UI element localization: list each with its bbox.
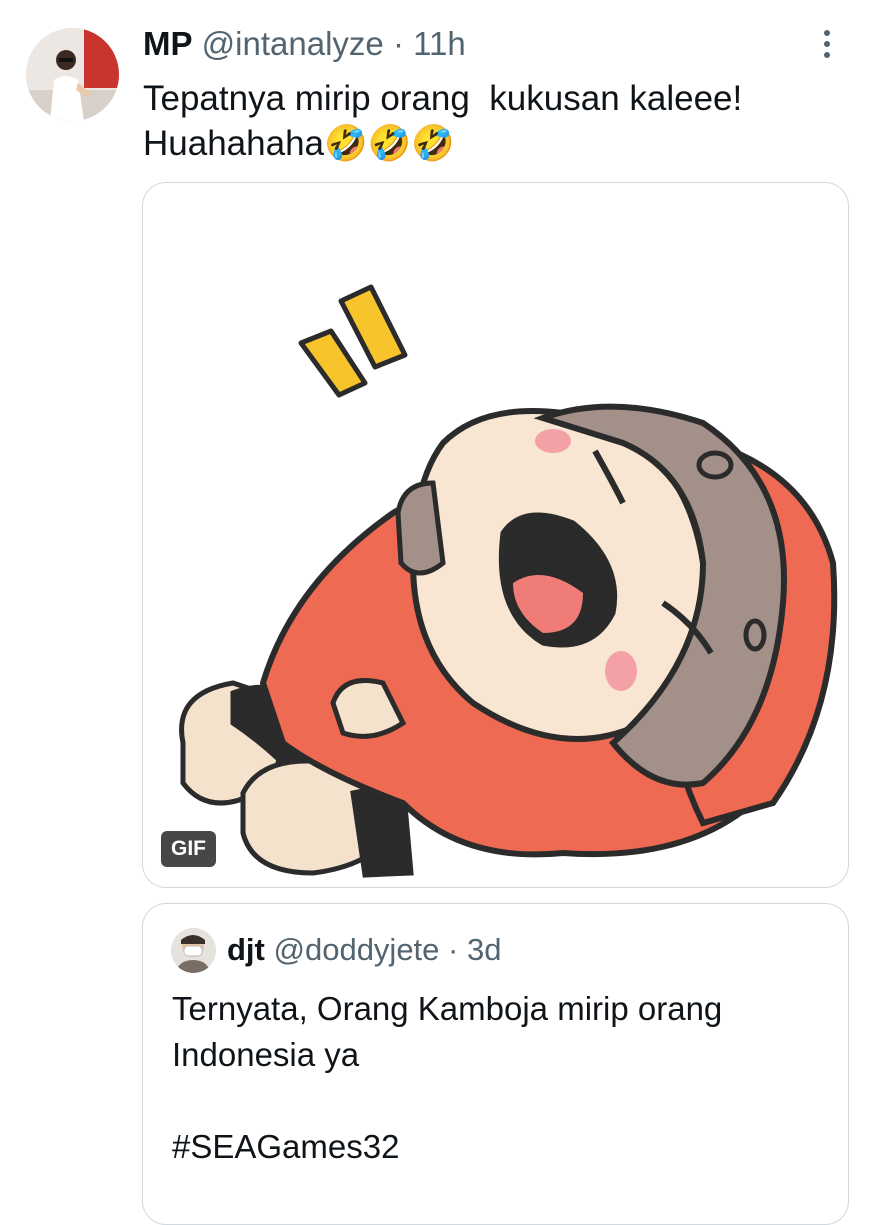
quoted-timestamp: 3d: [467, 932, 502, 967]
quoted-tweet[interactable]: djt @doddyjete · 3d Ternyata, Orang Kamb…: [142, 903, 849, 1225]
avatar-photo: [26, 28, 119, 121]
gif-media[interactable]: GIF: [142, 182, 849, 888]
quoted-text-line-2: Indonesia ya: [172, 1036, 360, 1073]
quoted-tweet-header: djt @doddyjete · 3d: [227, 930, 501, 970]
quoted-avatar-photo: [171, 928, 216, 973]
tweet-timestamp[interactable]: 11h: [413, 25, 466, 62]
quoted-tweet-text: Ternyata, Orang Kamboja mirip orang Indo…: [172, 986, 832, 1170]
header-separator: ·: [392, 25, 404, 62]
tweet-header: MP @intanalyze · 11h: [143, 24, 466, 64]
quoted-header-separator: ·: [448, 932, 459, 967]
quoted-display-name: djt: [227, 932, 265, 967]
author-avatar[interactable]: [26, 28, 119, 121]
quoted-text-line-1: Ternyata, Orang Kamboja mirip orang: [172, 990, 723, 1027]
quoted-handle: @doddyjete: [273, 932, 440, 967]
quoted-hashtag[interactable]: #SEAGames32: [172, 1128, 399, 1165]
laughing-cartoon-girl-gif: [179, 284, 838, 878]
author-handle[interactable]: @intanalyze: [202, 25, 384, 62]
quoted-author-avatar: [171, 928, 216, 973]
tweet-text: Tepatnya mirip orang kukusan kaleee! Hua…: [143, 76, 833, 166]
author-display-name[interactable]: MP: [143, 25, 193, 62]
tweet-text-line-2: Huahahaha🤣🤣🤣: [143, 124, 455, 163]
tweet-text-line-1: Tepatnya mirip orang kukusan kaleee!: [143, 79, 743, 118]
gif-badge: GIF: [161, 831, 216, 867]
more-vertical-icon[interactable]: [812, 26, 842, 62]
